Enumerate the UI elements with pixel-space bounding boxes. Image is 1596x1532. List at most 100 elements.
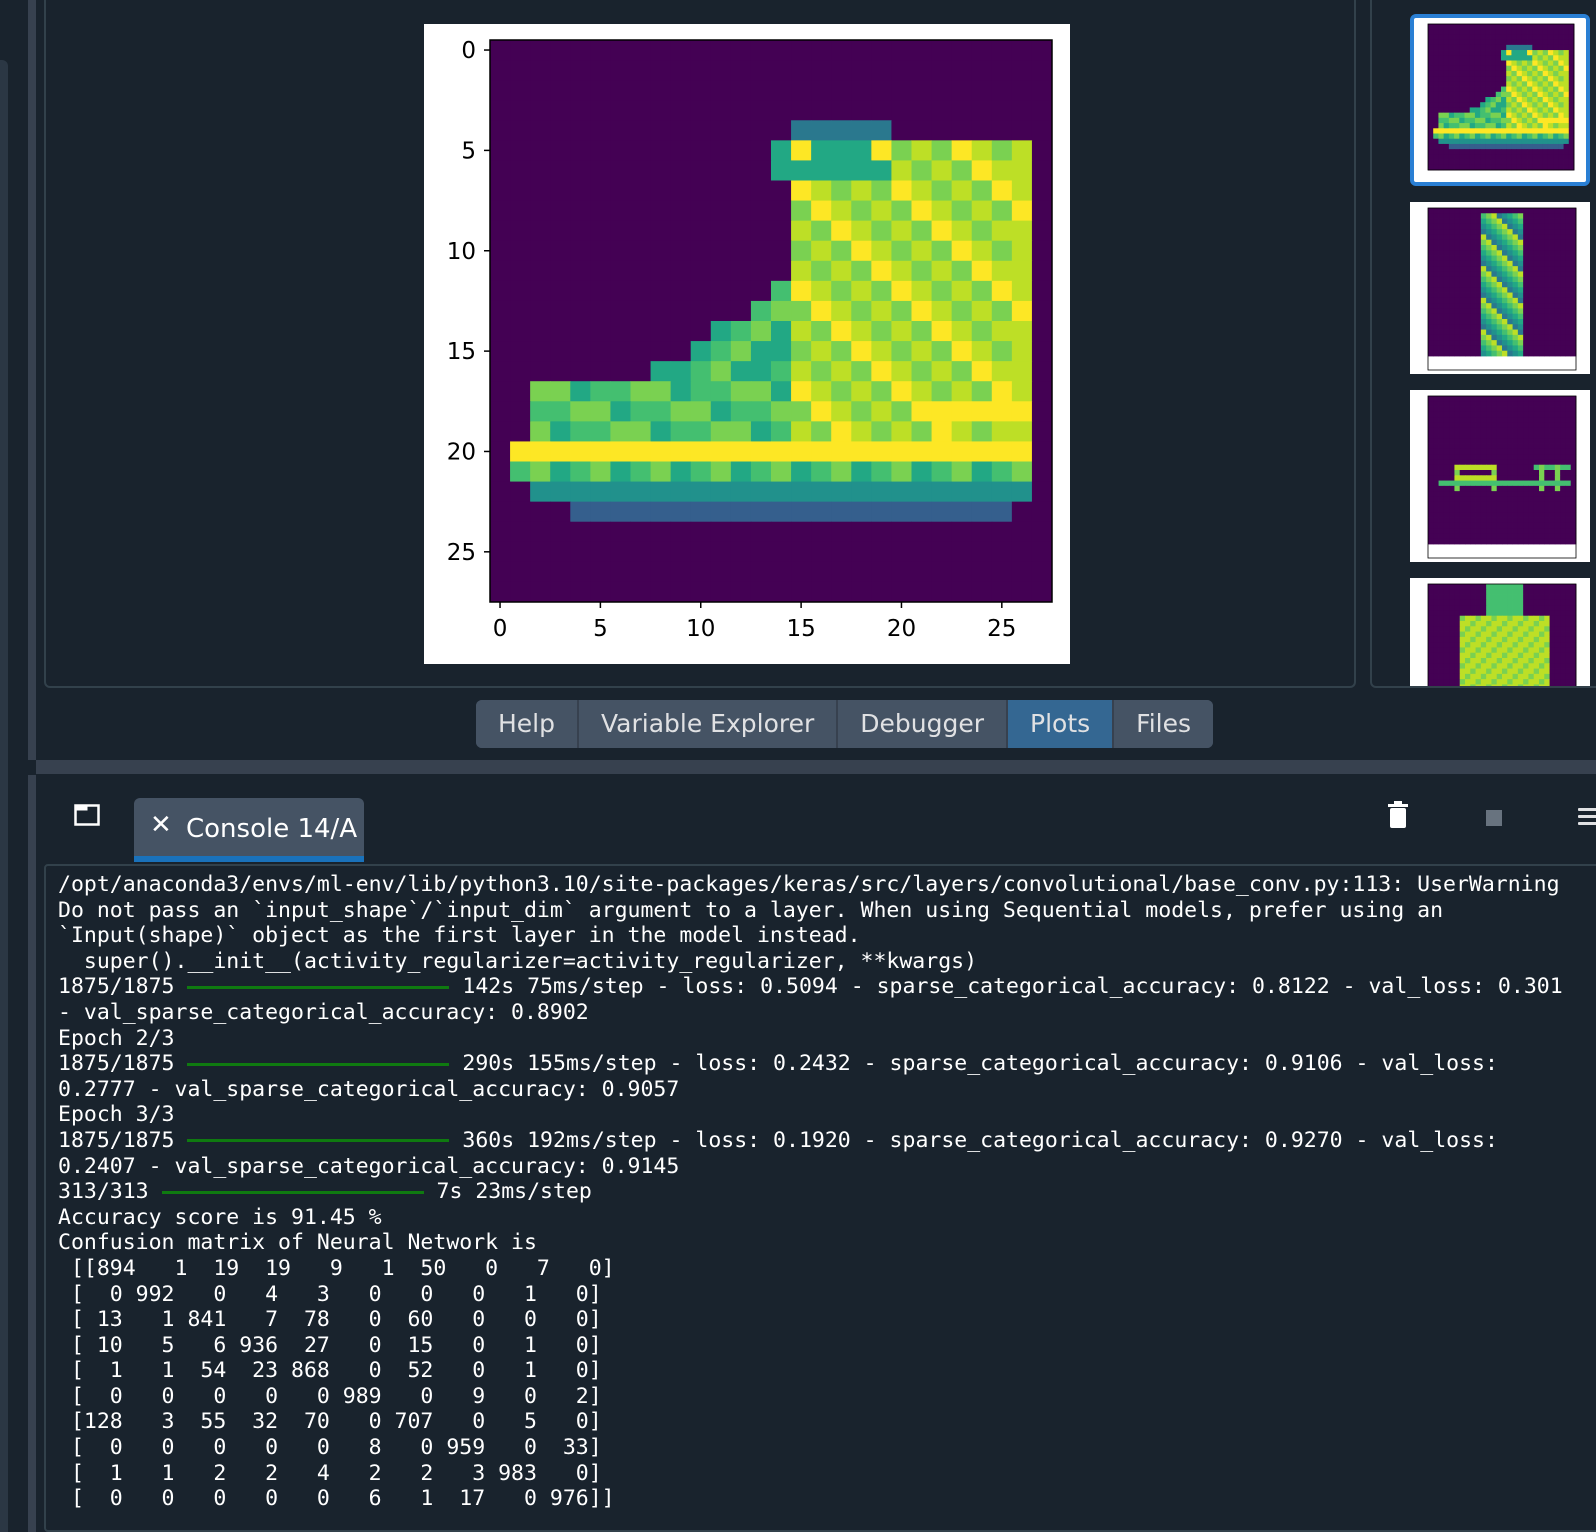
pixel-cell [1475, 223, 1482, 230]
pixel-cell [1443, 319, 1450, 325]
pixel-cell [1511, 24, 1518, 30]
console-tab[interactable]: ✕ Console 14/A [134, 798, 364, 862]
pixel-cell [1490, 107, 1497, 114]
pixel-cell [550, 200, 571, 222]
sandal-thumbnail-image [1427, 395, 1577, 559]
pixel-cell [1570, 234, 1577, 241]
pixel-cell [1443, 297, 1450, 304]
pixel-cell [1502, 480, 1508, 487]
pixel-cell [1533, 417, 1540, 423]
pixel-cell [1549, 411, 1556, 418]
pixel-cell [1565, 658, 1572, 664]
pixel-cell [1475, 679, 1482, 685]
pixel-cell [1568, 97, 1575, 103]
pixel-cell [1560, 501, 1566, 508]
pixel-cell [831, 260, 852, 282]
pixel-cell [1480, 324, 1487, 330]
pixel-cell [851, 220, 872, 242]
pixel-cell [730, 321, 752, 342]
pixel-cell [1549, 459, 1556, 466]
pixel-cell [1470, 584, 1476, 590]
pixel-cell [750, 180, 772, 202]
pixel-cell [1533, 626, 1540, 632]
pixel-cell [1469, 65, 1476, 72]
pixel-cell [1475, 522, 1482, 529]
pixel-cell [1465, 589, 1471, 595]
tab-variable-explorer[interactable]: Variable Explorer [579, 700, 839, 748]
pixel-cell [1549, 647, 1556, 654]
pixel-cell [1443, 143, 1450, 150]
pixel-cell [1480, 50, 1486, 56]
pixel-cell [1011, 240, 1033, 262]
new-console-icon[interactable] [74, 804, 100, 826]
pixel-cell [911, 180, 933, 202]
pixel-cell [1485, 107, 1491, 114]
pixel-cell [1433, 636, 1439, 643]
pixel-cell [1507, 507, 1513, 513]
pixel-cell [1549, 605, 1556, 611]
pixel-cell [1554, 621, 1561, 627]
tab-help[interactable]: Help [476, 700, 579, 748]
pixel-cell [931, 180, 953, 202]
pixel-cell [1517, 589, 1524, 595]
pixel-cell [1544, 329, 1550, 336]
pixel-cell [1549, 443, 1556, 450]
thumbnail-boot[interactable] [1410, 14, 1590, 186]
stop-icon[interactable] [1486, 810, 1502, 826]
pixel-cell [1496, 642, 1503, 648]
pixel-cell [1507, 485, 1513, 492]
tab-files[interactable]: Files [1114, 700, 1214, 748]
pixel-cell [971, 140, 993, 161]
pixel-cell [1507, 684, 1513, 686]
pixel-cell [1517, 475, 1524, 481]
thumbnail-sandal[interactable] [1410, 390, 1590, 562]
pixel-cell [1533, 631, 1540, 638]
pixel-cell [1433, 528, 1439, 534]
pixel-cell [1539, 652, 1545, 659]
pixel-cell [1502, 454, 1508, 460]
pixel-cell [971, 280, 993, 302]
pixel-cell [730, 260, 752, 282]
pixel-cell [550, 561, 571, 583]
pixel-cell [1544, 475, 1550, 481]
tab-plots[interactable]: Plots [1008, 700, 1115, 748]
pixel-cell [650, 180, 672, 202]
pixel-cell [1511, 102, 1518, 108]
pixel-cell [530, 160, 551, 181]
pixel-cell [1570, 271, 1577, 278]
pixel-cell [1560, 663, 1566, 669]
pixel-cell [1031, 541, 1053, 563]
pixel-cell [1496, 459, 1503, 466]
pixel-cell [1443, 292, 1450, 299]
console-output[interactable]: /opt/anaconda3/envs/ml-env/lib/python3.1… [44, 864, 1596, 1532]
pixel-cell [1533, 621, 1540, 627]
close-icon[interactable]: ✕ [150, 810, 172, 840]
pixel-cell [1502, 438, 1508, 444]
options-menu-icon[interactable] [1578, 808, 1596, 829]
pane-splitter[interactable] [36, 760, 1596, 774]
pixel-cell [1486, 255, 1492, 262]
pixel-cell [1539, 239, 1545, 246]
pixel-cell [1454, 470, 1461, 476]
pixel-cell [1528, 470, 1535, 476]
trash-icon[interactable] [1386, 800, 1410, 830]
pixel-cell [1428, 684, 1434, 686]
pixel-cell [1474, 39, 1481, 46]
thumbnail-coat[interactable] [1410, 578, 1590, 686]
pixel-cell [1544, 522, 1550, 529]
pixel-cell [891, 501, 912, 523]
pixel-cell [1491, 406, 1498, 413]
pixel-cell [971, 240, 993, 262]
pixel-cell [730, 541, 752, 563]
pixel-cell [1507, 334, 1513, 341]
tab-debugger[interactable]: Debugger [838, 700, 1009, 748]
pixel-cell [1507, 663, 1513, 669]
pixel-cell [1428, 308, 1434, 315]
pixel-cell [1491, 517, 1498, 524]
pixel-cell [550, 300, 571, 322]
thumbnail-dress[interactable] [1410, 202, 1590, 374]
pixel-cell [1470, 517, 1476, 524]
pixel-cell [1539, 411, 1545, 418]
pixel-cell [1560, 218, 1566, 225]
pixel-cell [1449, 443, 1455, 450]
